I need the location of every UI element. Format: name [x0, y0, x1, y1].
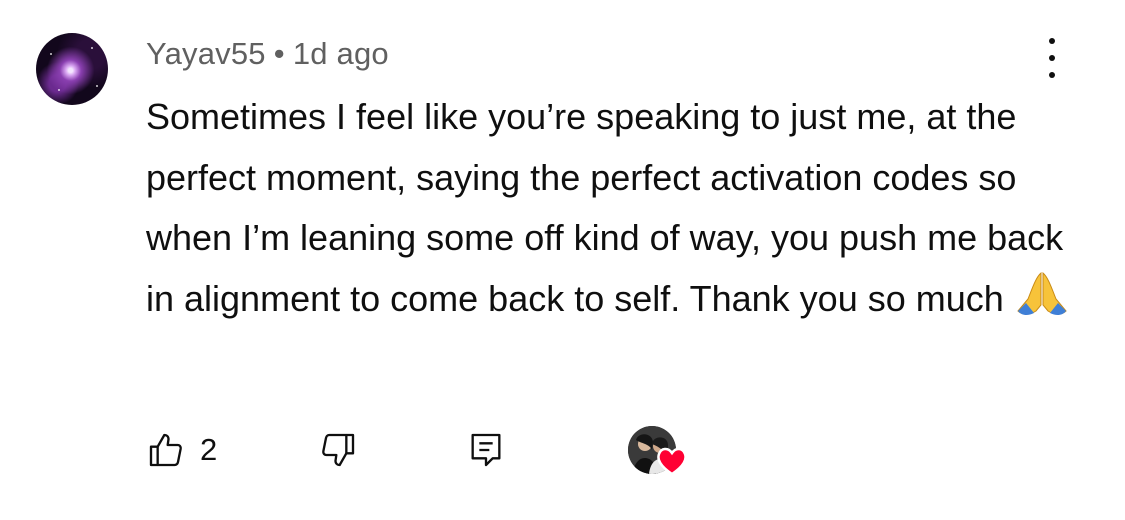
- comment-icon: [471, 433, 501, 467]
- comment-text: Sometimes I feel like you’re speaking to…: [146, 96, 1064, 319]
- thumbs-up-icon: [149, 433, 182, 467]
- dislike-button[interactable]: [318, 430, 358, 470]
- author-name[interactable]: Yayav55: [146, 36, 266, 71]
- reply-button[interactable]: [466, 430, 506, 470]
- creator-heart: [628, 426, 687, 476]
- more-options-button[interactable]: [1036, 38, 1068, 78]
- comment-time[interactable]: 1d ago: [293, 36, 389, 71]
- comment-body: Sometimes I feel like you’re speaking to…: [146, 87, 1096, 335]
- thumbs-down-icon: [322, 433, 355, 467]
- comment-header: Yayav55 • 1d ago: [146, 36, 389, 72]
- more-vertical-icon-dot: [1049, 72, 1055, 78]
- more-vertical-icon-dot: [1049, 55, 1055, 61]
- folded-hands-icon: [1014, 269, 1070, 336]
- comment-actions: 2: [146, 426, 706, 476]
- heart-icon: [657, 447, 687, 476]
- like-count: 2: [200, 432, 218, 467]
- like-button[interactable]: 2: [146, 430, 217, 470]
- meta-separator: •: [273, 36, 285, 71]
- author-avatar[interactable]: [36, 33, 108, 105]
- more-vertical-icon: [1049, 38, 1055, 44]
